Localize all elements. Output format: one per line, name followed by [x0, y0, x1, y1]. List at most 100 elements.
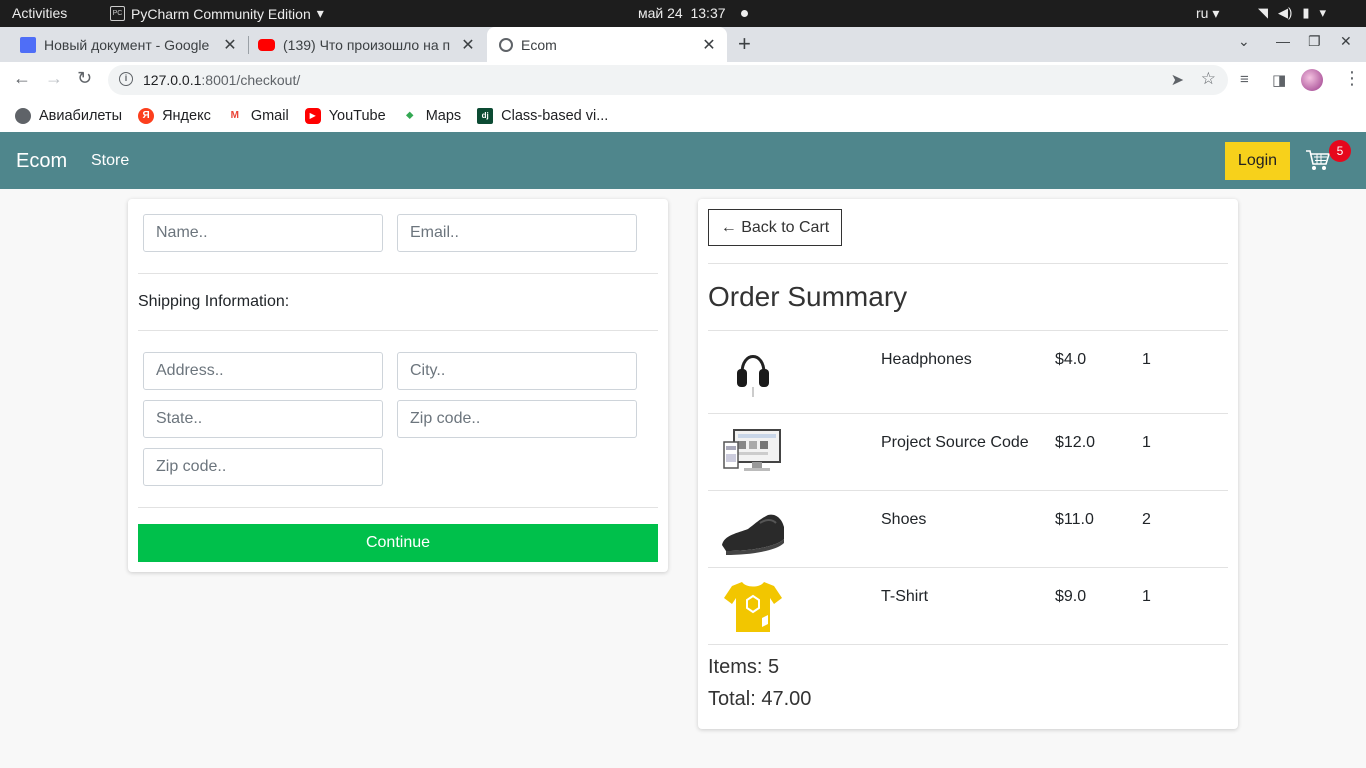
tab-title: Ecom: [521, 36, 557, 53]
email-field[interactable]: [397, 214, 637, 252]
time-label: 13:37: [690, 5, 726, 21]
divider: [708, 644, 1228, 645]
item-name: T-Shirt: [881, 588, 929, 605]
bookmark-label: Авиабилеты: [39, 107, 123, 124]
minimize-icon[interactable]: —: [1276, 33, 1290, 49]
back-to-cart-button[interactable]: ← Back to Cart: [708, 209, 842, 246]
divider: [138, 330, 658, 331]
bookmarks-bar: Авиабилеты Я Яндекс M Gmail ▶ YouTube ⬥ …: [0, 99, 1366, 132]
side-panel-icon[interactable]: ◨: [1272, 71, 1286, 89]
browser-tab-youtube[interactable]: (139) Что произошло на п ✕: [238, 27, 486, 62]
notification-dot-icon: [741, 10, 748, 17]
name-field[interactable]: [143, 214, 383, 252]
yandex-icon: Я: [138, 107, 155, 124]
order-total: Total: 47.00: [708, 688, 812, 710]
summary-row-headphones: Headphones $4.0 1: [708, 330, 1228, 407]
item-name: Headphones: [881, 351, 972, 368]
forward-arrow-icon[interactable]: →: [45, 68, 63, 89]
bookmark-label: YouTube: [328, 107, 386, 124]
continue-button[interactable]: Continue: [138, 524, 658, 562]
volume-icon: ◀): [1278, 5, 1293, 20]
bookmark-star-icon[interactable]: ☆: [1201, 69, 1216, 89]
django-icon: dj: [477, 107, 494, 124]
bookmark-label: Maps: [425, 107, 462, 124]
language-label: ru: [1196, 5, 1209, 21]
reload-icon[interactable]: ↻: [77, 68, 92, 89]
window-close-icon[interactable]: ✕: [1340, 33, 1352, 50]
bookmark-label: Class-based vi...: [501, 107, 609, 124]
menu-kebab-icon[interactable]: ⋮: [1343, 68, 1361, 89]
site-navbar: Ecom Store Login: [0, 132, 1366, 189]
bookmark-aviabilety[interactable]: Авиабилеты: [15, 107, 123, 124]
divider: [138, 507, 658, 508]
bookmark-maps[interactable]: ⬥ Maps: [401, 107, 462, 124]
app-menu[interactable]: PC PyCharm Community Edition ▾: [110, 5, 324, 22]
cart-count-badge: 5: [1329, 140, 1351, 162]
cart-icon[interactable]: [1305, 148, 1331, 172]
new-tab-button[interactable]: +: [738, 31, 751, 57]
site-info-icon[interactable]: i: [119, 72, 133, 86]
bookmark-label: Яндекс: [162, 107, 211, 124]
media-queue-icon[interactable]: ≡: [1240, 71, 1249, 88]
tab-title: (139) Что произошло на п: [283, 36, 451, 53]
nav-store-link[interactable]: Store: [91, 152, 129, 170]
google-docs-icon: [20, 36, 36, 53]
browser-toolbar: ← → ↻ i 127.0.0.1:8001/checkout/ ➤ ☆ ≡ ◨…: [0, 62, 1366, 99]
browser-tab-google-docs[interactable]: Новый документ - Google ✕: [0, 27, 248, 62]
restore-icon[interactable]: ❐: [1308, 33, 1321, 50]
item-quantity: 1: [1142, 588, 1151, 605]
summary-row-project-source-code: Project Source Code $12.0 1: [708, 413, 1228, 490]
url-host: 127.0.0.1: [143, 72, 202, 88]
checkout-form-panel: Shipping Information: Continue: [128, 199, 668, 572]
divider: [708, 263, 1228, 264]
language-indicator[interactable]: ru ▾: [1196, 5, 1219, 22]
close-icon[interactable]: ✕: [460, 35, 476, 55]
date-label: май 24: [638, 5, 683, 21]
item-name: Project Source Code: [881, 434, 1029, 451]
close-icon[interactable]: ✕: [222, 35, 238, 55]
bookmark-label: Gmail: [250, 107, 289, 124]
city-field[interactable]: [397, 352, 637, 390]
site-brand[interactable]: Ecom: [16, 150, 67, 173]
pycharm-icon: PC: [110, 6, 125, 21]
browser-tab-ecom[interactable]: Ecom ✕: [487, 27, 727, 62]
state-field[interactable]: [143, 400, 383, 438]
send-tab-icon[interactable]: ➤: [1171, 70, 1184, 90]
app-menu-label: PyCharm Community Edition: [131, 5, 311, 22]
item-price: $11.0: [1055, 511, 1094, 528]
chevron-down-icon: ▾: [316, 5, 324, 21]
bookmark-django-docs[interactable]: dj Class-based vi...: [477, 107, 609, 124]
item-quantity: 2: [1142, 511, 1151, 528]
t-shirt-thumbnail: [724, 582, 782, 632]
login-button[interactable]: Login: [1225, 142, 1290, 180]
item-price: $9.0: [1055, 588, 1087, 605]
url-text[interactable]: 127.0.0.1:8001/checkout/: [143, 72, 300, 88]
order-summary-title: Order Summary: [708, 281, 908, 312]
bookmark-yandex[interactable]: Я Яндекс: [138, 107, 211, 124]
item-quantity: 1: [1142, 434, 1151, 451]
system-tray[interactable]: ◥ ◀) ▮ ▾: [1258, 5, 1326, 21]
profile-avatar[interactable]: [1301, 69, 1323, 91]
bookmark-gmail[interactable]: M Gmail: [226, 107, 289, 124]
address-field[interactable]: [143, 352, 383, 390]
back-arrow-icon[interactable]: ←: [13, 68, 31, 89]
youtube-icon: [258, 38, 275, 51]
activities-button[interactable]: Activities: [12, 5, 67, 21]
summary-row-t-shirt: T-Shirt $9.0 1: [708, 567, 1228, 644]
bookmark-youtube[interactable]: ▶ YouTube: [304, 107, 386, 124]
wifi-icon: ◥: [1258, 5, 1268, 20]
browser-tab-strip: Новый документ - Google ✕ (139) Что прои…: [0, 27, 1366, 62]
tab-search-icon[interactable]: ⌄: [1238, 33, 1250, 50]
items-count: Items: 5: [708, 656, 780, 678]
close-icon[interactable]: ✕: [701, 35, 717, 55]
gmail-icon: M: [226, 107, 243, 124]
zip-code-field-2[interactable]: [143, 448, 383, 486]
item-price: $12.0: [1055, 434, 1096, 451]
shipping-info-heading: Shipping Information:: [138, 293, 290, 310]
headphones-thumbnail: [737, 355, 769, 397]
item-price: $4.0: [1055, 351, 1087, 368]
address-bar[interactable]: i 127.0.0.1:8001/checkout/ ➤ ☆: [108, 65, 1228, 95]
divider: [138, 273, 658, 274]
clock[interactable]: май 24 13:37: [638, 5, 726, 21]
zip-code-field[interactable]: [397, 400, 637, 438]
